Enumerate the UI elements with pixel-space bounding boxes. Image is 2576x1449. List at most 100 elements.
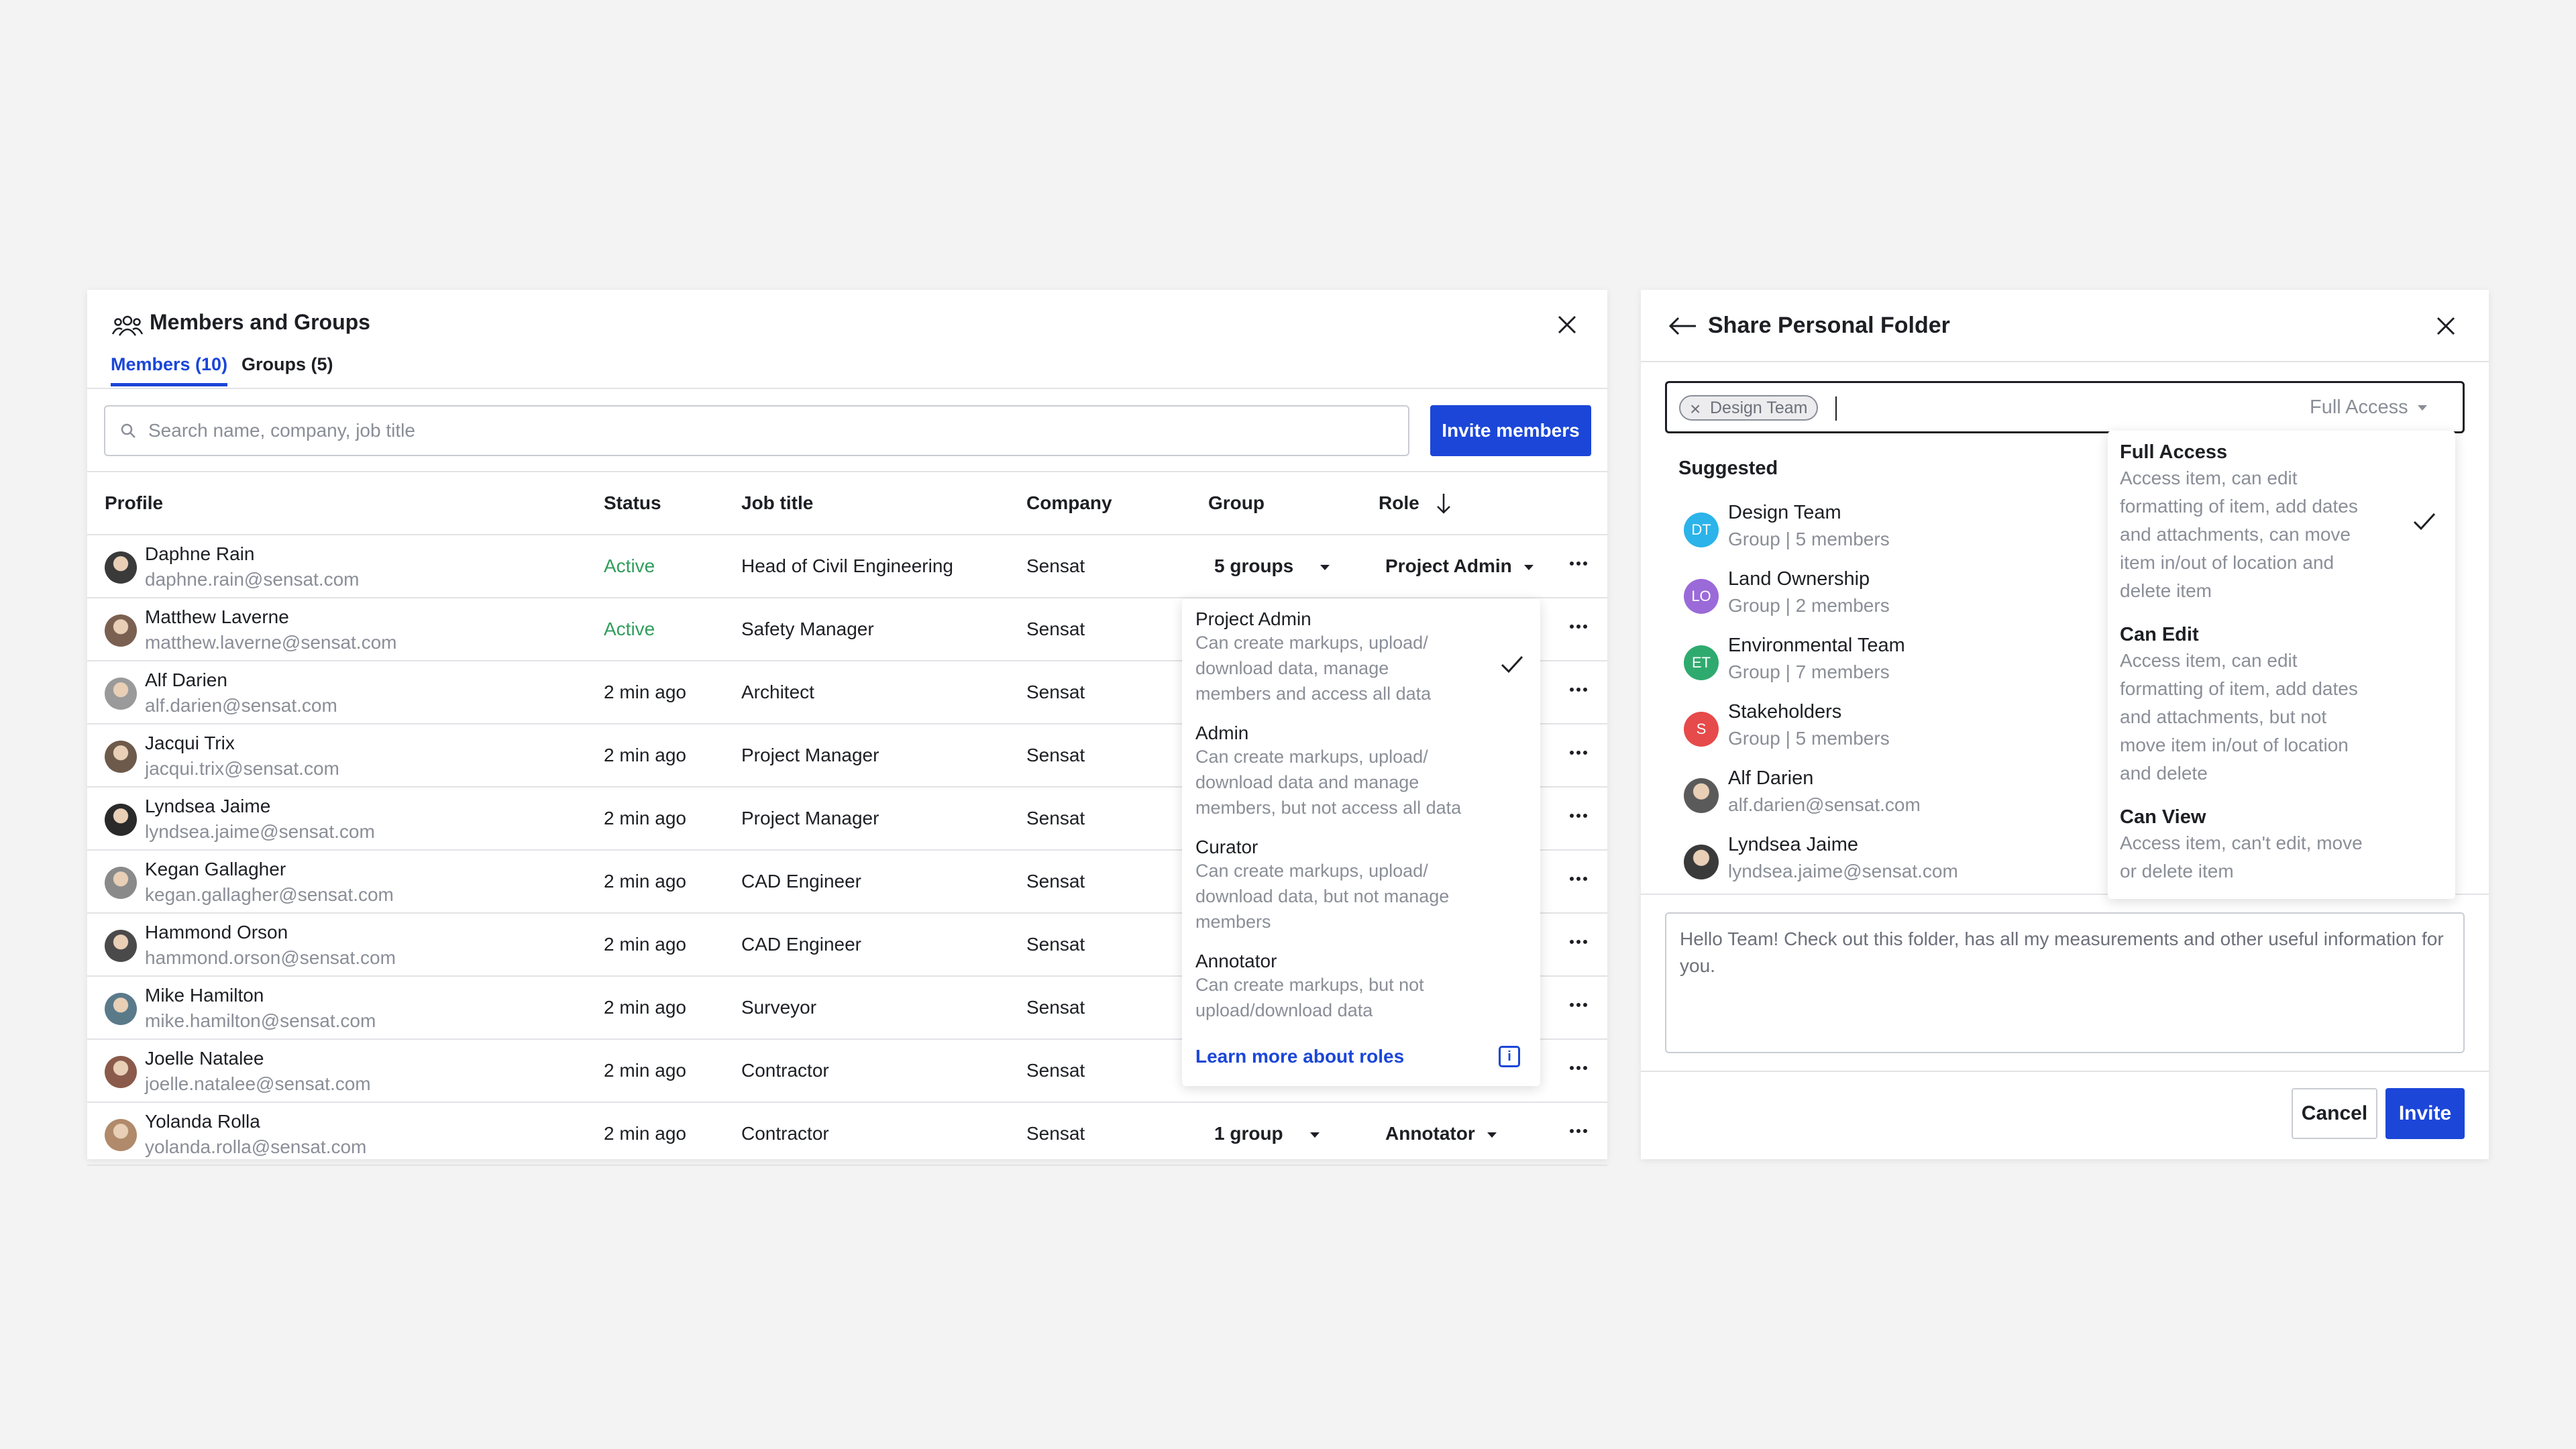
access-option-full-access[interactable]: Full Access Access item, can edit format… <box>2120 441 2408 604</box>
role-option-title: Project Admin <box>1195 608 1311 629</box>
group-dropdown[interactable]: 5 groups <box>1214 555 1330 577</box>
cancel-button[interactable]: Cancel <box>2292 1088 2377 1139</box>
role-option-title: Admin <box>1195 722 1249 743</box>
member-email: daphne.rain@sensat.com <box>145 569 360 590</box>
panel-title: Share Personal Folder <box>1708 313 1950 338</box>
more-options-icon[interactable] <box>1570 998 1591 1017</box>
member-company: Sensat <box>1026 1123 1085 1144</box>
role-option-desc: upload/download data <box>1195 1000 1373 1020</box>
member-email: lyndsea.jaime@sensat.com <box>145 821 375 842</box>
suggested-name: Stakeholders <box>1728 701 1842 722</box>
access-option-title: Can Edit <box>2120 624 2199 645</box>
member-status: 2 min ago <box>604 934 686 955</box>
more-options-icon[interactable] <box>1570 1061 1591 1080</box>
suggested-subtitle: lyndsea.jaime@sensat.com <box>1728 861 1958 881</box>
back-arrow-icon[interactable] <box>1668 315 1697 337</box>
more-options-icon[interactable] <box>1570 557 1591 576</box>
suggested-heading: Suggested <box>1678 458 1778 479</box>
more-options-icon[interactable] <box>1570 872 1591 891</box>
column-job-title[interactable]: Job title <box>741 492 813 514</box>
role-value: Annotator <box>1385 1123 1475 1144</box>
table-row[interactable]: Yolanda Rolla yolanda.rolla@sensat.com 2 m… <box>87 1103 1607 1166</box>
more-options-icon[interactable] <box>1570 935 1591 954</box>
message-textarea[interactable]: Hello Team! Check out this folder, has a… <box>1665 912 2465 1053</box>
suggested-item[interactable]: DT Design Team Group | 5 members <box>1684 502 2113 562</box>
role-option-project-admin[interactable]: Project Admin Can create markups, upload… <box>1195 608 1511 706</box>
more-options-icon[interactable] <box>1570 1124 1591 1143</box>
chevron-down-icon <box>1487 1132 1497 1138</box>
remove-chip-icon[interactable]: × <box>1690 398 1701 421</box>
member-name: Yolanda Rolla <box>145 1111 260 1132</box>
table-row[interactable]: Daphne Rain daphne.rain@sensat.com Active H… <box>87 535 1607 598</box>
avatar <box>1684 778 1719 813</box>
role-option-curator[interactable]: Curator Can create markups, upload/ down… <box>1195 837 1511 934</box>
access-option-can-view[interactable]: Can View Access item, can't edit, move o… <box>2120 806 2408 885</box>
access-option-desc: delete item <box>2120 580 2212 601</box>
access-option-title: Can View <box>2120 806 2206 828</box>
suggested-item[interactable]: LO Land Ownership Group | 2 members <box>1684 568 2113 629</box>
info-icon[interactable]: i <box>1499 1046 1520 1067</box>
invite-members-button[interactable]: Invite members <box>1430 405 1591 456</box>
access-option-desc: item in/out of location and <box>2120 552 2334 573</box>
role-option-admin[interactable]: Admin Can create markups, upload/ downlo… <box>1195 722 1511 820</box>
avatar: ET <box>1684 645 1719 680</box>
member-company: Sensat <box>1026 808 1085 828</box>
member-job-title: CAD Engineer <box>741 871 861 892</box>
close-icon[interactable] <box>1554 311 1580 338</box>
member-job-title: Project Manager <box>741 745 879 765</box>
close-icon[interactable] <box>2432 313 2459 339</box>
tab-members[interactable]: Members (10) <box>111 354 228 386</box>
learn-more-roles-link[interactable]: Learn more about roles <box>1195 1046 1404 1067</box>
suggested-item[interactable]: Alf Darien alf.darien@sensat.com <box>1684 767 2113 828</box>
role-option-desc: download data, manage <box>1195 658 1389 678</box>
more-options-icon[interactable] <box>1570 683 1591 702</box>
more-options-icon[interactable] <box>1570 809 1591 828</box>
avatar <box>105 614 137 647</box>
column-group[interactable]: Group <box>1208 492 1265 514</box>
column-company[interactable]: Company <box>1026 492 1112 514</box>
role-option-annotator[interactable]: Annotator Can create markups, but not up… <box>1195 951 1511 1023</box>
group-dropdown[interactable]: 1 group <box>1214 1123 1320 1144</box>
role-dropdown-menu: Project Admin Can create markups, upload… <box>1182 599 1540 1086</box>
member-name: Jacqui Trix <box>145 733 235 753</box>
suggested-item[interactable]: Lyndsea Jaime lyndsea.jaime@sensat.com <box>1684 834 2113 894</box>
member-company: Sensat <box>1026 997 1085 1018</box>
member-status: Active <box>604 619 655 639</box>
sort-arrow-icon[interactable] <box>1436 492 1452 515</box>
check-icon <box>2413 513 2436 531</box>
role-dropdown[interactable]: Annotator <box>1385 1123 1497 1144</box>
panel-title: Members and Groups <box>150 310 370 334</box>
role-dropdown[interactable]: Project Admin <box>1385 555 1534 577</box>
access-option-desc: formatting of item, add dates <box>2120 678 2358 699</box>
role-option-desc: Can create markups, upload/ <box>1195 747 1428 767</box>
member-email: yolanda.rolla@sensat.com <box>145 1136 367 1157</box>
search-input[interactable]: Search name, company, job title <box>104 405 1409 456</box>
access-level-dropdown-menu: Full Access Access item, can edit format… <box>2108 431 2455 899</box>
access-level-select[interactable]: Full Access <box>2310 396 2427 419</box>
tab-groups[interactable]: Groups (5) <box>241 354 333 383</box>
column-role[interactable]: Role <box>1379 492 1419 514</box>
check-icon <box>1501 655 1523 674</box>
member-name: Kegan Gallagher <box>145 859 286 879</box>
column-profile[interactable]: Profile <box>105 492 163 514</box>
member-status: Active <box>604 555 655 576</box>
role-option-desc: members <box>1195 912 1271 932</box>
avatar <box>105 993 137 1025</box>
suggested-item[interactable]: ET Environmental Team Group | 7 members <box>1684 635 2113 695</box>
access-option-can-edit[interactable]: Can Edit Access item, can edit formattin… <box>2120 624 2408 787</box>
role-option-desc: Can create markups, upload/ <box>1195 861 1428 881</box>
member-name: Mike Hamilton <box>145 985 264 1006</box>
access-option-desc: formatting of item, add dates <box>2120 496 2358 517</box>
share-recipients-input[interactable]: × Design Team Full Access <box>1665 381 2465 433</box>
role-option-desc: members, but not access all data <box>1195 798 1462 818</box>
suggested-item[interactable]: S Stakeholders Group | 5 members <box>1684 701 2113 761</box>
invite-button[interactable]: Invite <box>2385 1088 2465 1139</box>
search-icon <box>121 423 136 438</box>
access-level-value: Full Access <box>2310 396 2408 418</box>
chevron-down-icon <box>1309 1132 1320 1138</box>
access-option-desc: move item in/out of location <box>2120 735 2349 755</box>
more-options-icon[interactable] <box>1570 746 1591 765</box>
avatar: S <box>1684 712 1719 747</box>
more-options-icon[interactable] <box>1570 620 1591 639</box>
column-status[interactable]: Status <box>604 492 661 514</box>
